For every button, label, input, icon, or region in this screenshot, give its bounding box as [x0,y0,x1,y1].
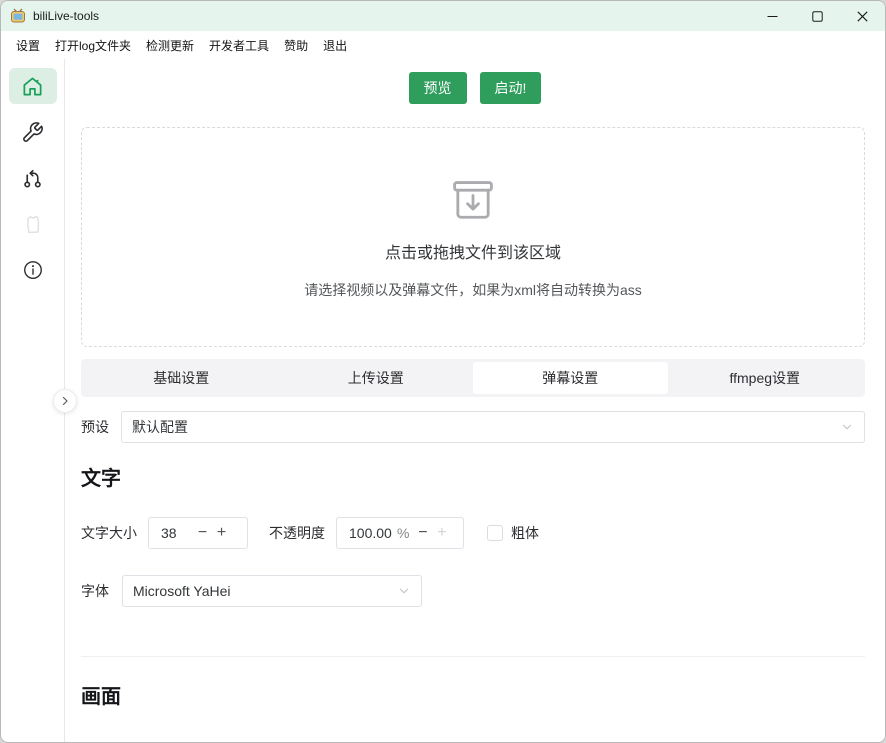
opacity-plus-button[interactable]: + [432,525,451,541]
settings-tabs: 基础设置 上传设置 弹幕设置 ffmpeg设置 [81,359,865,397]
preset-select[interactable]: 默认配置 [121,411,865,443]
clip-icon [21,211,45,237]
menu-open-log-folder[interactable]: 打开log文件夹 [48,33,138,58]
file-dropzone[interactable]: 点击或拖拽文件到该区域 请选择视频以及弹幕文件，如果为xml将自动转换为ass [81,127,865,347]
titlebar: biliLive-tools [1,1,885,31]
font-family-label: 字体 [81,581,109,601]
action-bar: 预览 启动! [65,59,885,104]
font-size-plus-button[interactable]: + [212,525,231,541]
window-title: biliLive-tools [33,9,99,23]
preset-label: 预设 [81,417,109,437]
start-button[interactable]: 启动! [480,72,542,104]
preset-value: 默认配置 [132,417,840,437]
font-family-select[interactable]: Microsoft YaHei [122,575,422,607]
chevron-right-icon [59,395,71,407]
close-icon [857,11,868,22]
maximize-icon [812,11,823,22]
menubar: 设置 打开log文件夹 检测更新 开发者工具 赞助 退出 [1,31,885,59]
wrench-icon [21,121,44,144]
menu-check-update[interactable]: 检测更新 [139,33,201,58]
app-body: 预览 启动! 点击或拖拽文件到该区域 请选择视频以及弹幕文件，如果为xml将自动… [1,59,885,743]
tab-ffmpeg-settings[interactable]: ffmpeg设置 [668,362,863,394]
menu-sponsor[interactable]: 赞助 [277,33,315,58]
section-divider [81,656,865,657]
opacity-label: 不透明度 [269,523,325,543]
tab-basic-settings[interactable]: 基础设置 [84,362,279,394]
sidebar-item-convert[interactable] [9,160,57,196]
convert-branch-icon [21,167,44,190]
maximize-button[interactable] [795,1,840,31]
chevron-down-icon [397,584,411,598]
menu-exit[interactable]: 退出 [316,33,354,58]
font-size-field[interactable] [161,525,193,541]
screen-section-heading: 画面 [81,683,885,711]
bold-label: 粗体 [511,523,539,543]
home-icon [21,75,44,98]
menu-settings[interactable]: 设置 [9,33,47,58]
opacity-input: % − + [336,517,464,549]
text-section-heading: 文字 [81,465,885,493]
preset-row: 预设 默认配置 [81,411,865,443]
sidebar-item-tools[interactable] [9,114,57,150]
bold-checkbox[interactable] [487,525,503,541]
minimize-button[interactable] [750,1,795,31]
sidebar-item-home[interactable] [9,68,57,104]
caption-buttons [750,1,885,31]
sidebar-item-clip[interactable] [9,206,57,242]
preview-button[interactable]: 预览 [409,72,467,104]
sidebar-expand-button[interactable] [53,389,77,413]
close-button[interactable] [840,1,885,31]
text-controls-row: 文字大小 − + 不透明度 % − + 粗体 [81,517,885,549]
opacity-minus-button[interactable]: − [413,525,432,541]
font-size-label: 文字大小 [81,523,137,543]
tab-danmaku-settings[interactable]: 弹幕设置 [473,362,668,394]
font-family-row: 字体 Microsoft YaHei [81,575,885,607]
main-content: 预览 启动! 点击或拖拽文件到该区域 请选择视频以及弹幕文件，如果为xml将自动… [65,59,885,743]
app-window: biliLive-tools 设置 打开log文件夹 检测更新 开发者工具 赞助… [0,0,886,743]
opacity-unit: % [397,525,409,541]
dropzone-hint: 请选择视频以及弹幕文件，如果为xml将自动转换为ass [304,280,642,300]
dropzone-title: 点击或拖拽文件到该区域 [385,239,561,263]
font-family-value: Microsoft YaHei [133,583,397,599]
chevron-down-icon [840,420,854,434]
tab-upload-settings[interactable]: 上传设置 [279,362,474,394]
upload-archive-icon [447,175,499,227]
minimize-icon [767,11,778,22]
info-icon [22,259,44,281]
menu-devtools[interactable]: 开发者工具 [202,33,276,58]
font-size-input: − + [148,517,248,549]
sidebar-item-about[interactable] [9,252,57,288]
app-icon [10,8,26,24]
opacity-field[interactable] [349,525,397,541]
font-size-minus-button[interactable]: − [193,525,212,541]
